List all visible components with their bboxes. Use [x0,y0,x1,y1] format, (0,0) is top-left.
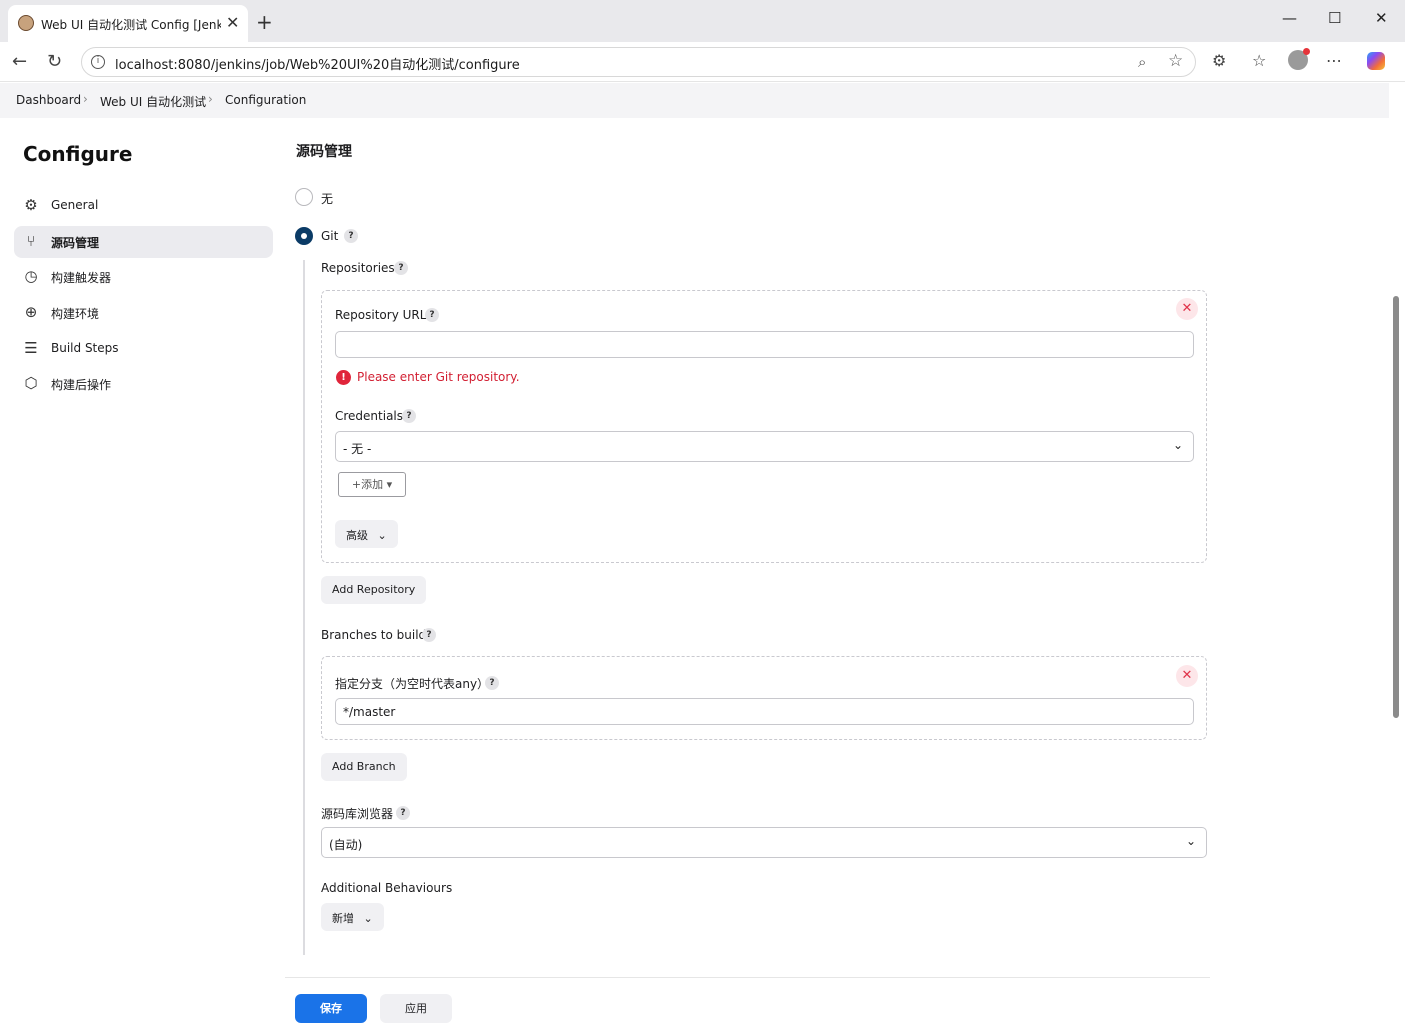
add-repository-button[interactable]: Add Repository [321,576,427,604]
add-behaviour-label: 新增 [332,912,354,925]
branch-icon: ⑂ [26,232,36,250]
url-field[interactable]: i localhost:8080/jenkins/job/Web%20UI%20… [81,47,1196,77]
sidebar-item-build-steps[interactable]: ☰ Build Steps [14,333,273,365]
credentials-select[interactable]: - 无 - ⌄ [335,431,1194,462]
additional-behaviours-label: Additional Behaviours [321,881,453,895]
favorite-star-icon[interactable]: ☆ [1168,51,1183,71]
favorites-icon[interactable]: ☆ [1252,51,1266,70]
breadcrumb-dashboard[interactable]: Dashboard [16,93,81,107]
profile-avatar[interactable] [1288,48,1310,70]
list-icon: ☰ [24,339,38,357]
help-icon[interactable]: ? [425,308,439,322]
help-icon[interactable]: ? [422,628,436,642]
notification-dot [1303,48,1310,55]
delete-branch-icon[interactable]: ✕ [1176,665,1198,687]
error-icon: ! [336,370,351,385]
add-behaviour-button[interactable]: 新增 ⌄ [321,903,384,931]
sidebar-item-general[interactable]: ⚙ General [14,190,273,222]
repo-browser-select[interactable]: (自动) ⌄ [321,827,1207,858]
radio-none-label: 无 [321,192,334,206]
sidebar-item-label: 构建环境 [51,307,100,321]
close-window-icon[interactable]: ✕ [1375,9,1388,27]
sidebar-item-environment[interactable]: ⊕ 构建环境 [14,297,273,329]
minimize-icon[interactable]: — [1282,9,1297,27]
reload-icon[interactable]: ↻ [47,51,62,72]
more-menu-icon[interactable]: ⋯ [1326,51,1342,70]
sidebar-item-triggers[interactable]: ◷ 构建触发器 [14,261,273,293]
address-bar-row: ← ↻ i localhost:8080/jenkins/job/Web%20U… [0,42,1405,82]
chevron-right-icon: › [208,92,213,106]
breadcrumb: Dashboard › Web UI 自动化测试 › Configuration [0,83,1389,118]
breadcrumb-configuration[interactable]: Configuration [225,93,306,107]
sidebar-item-label: 构建后操作 [51,378,112,392]
sidebar-item-scm[interactable]: ⑂ 源码管理 [14,226,273,258]
credentials-label: Credentials [335,409,404,423]
branch-specifier-input[interactable]: */master [335,698,1194,725]
back-icon[interactable]: ← [12,51,27,72]
chevron-down-icon: ⌄ [363,912,373,925]
credentials-value: - 无 - [343,442,372,456]
repo-url-label: Repository URL [335,308,427,322]
help-icon[interactable]: ? [394,261,408,275]
copilot-icon[interactable] [1367,52,1385,70]
site-info-icon[interactable]: i [91,55,105,69]
sidebar-item-label: 源码管理 [51,236,100,250]
repo-url-error: Please enter Git repository. [357,370,520,384]
package-icon: ⬡ [24,374,38,392]
chevron-down-icon: ⌄ [1172,438,1183,452]
tab-title: Web UI 自动化测试 Config [Jenkins] [41,18,221,32]
sidebar-item-label: Build Steps [51,341,119,355]
save-button[interactable]: 保存 [295,994,367,1023]
help-icon[interactable]: ? [485,676,499,690]
zoom-icon[interactable]: ⌕ [1138,53,1146,71]
radio-git[interactable] [295,227,313,245]
clock-icon: ◷ [24,267,38,285]
maximize-icon[interactable]: ☐ [1328,9,1341,27]
breadcrumb-job[interactable]: Web UI 自动化测试 [100,93,206,110]
url-text: localhost:8080/jenkins/job/Web%20UI%20自动… [115,58,520,73]
radio-git-label: Git [321,229,339,243]
extensions-icon[interactable]: ⚙ [1212,51,1226,70]
sidebar-item-post-build[interactable]: ⬡ 构建后操作 [14,368,273,400]
help-icon[interactable]: ? [396,806,410,820]
jenkins-favicon-icon [18,15,34,31]
new-tab-icon[interactable]: + [256,10,273,34]
chevron-right-icon: › [83,92,88,106]
globe-icon: ⊕ [24,303,38,321]
footer-divider [285,977,1210,978]
add-credentials-button[interactable]: +添加 ▾ [338,472,406,497]
chevron-down-icon: ⌄ [377,529,387,542]
branches-label: Branches to build [321,628,427,642]
repo-browser-value: (自动) [329,838,363,852]
repositories-label: Repositories [321,261,395,275]
advanced-label: 高级 [346,529,368,542]
close-tab-icon[interactable]: ✕ [226,13,239,32]
section-indent-line [303,260,305,955]
help-icon[interactable]: ? [344,229,358,243]
delete-repository-icon[interactable]: ✕ [1176,298,1198,320]
add-branch-button[interactable]: Add Branch [321,753,407,781]
repo-browser-label: 源码库浏览器 [321,807,394,821]
browser-tab[interactable]: Web UI 自动化测试 Config [Jenkins] ✕ [8,5,248,42]
apply-button[interactable]: 应用 [380,994,452,1023]
advanced-button[interactable]: 高级 ⌄ [335,520,398,548]
repository-url-input[interactable] [335,331,1194,358]
sidebar-item-label: General [51,198,99,212]
sidebar-title: Configure [23,142,133,166]
branch-specifier-label: 指定分支（为空时代表any） [335,677,490,691]
chevron-down-icon: ⌄ [1185,834,1196,848]
section-title: 源码管理 [296,144,352,160]
sidebar-item-label: 构建触发器 [51,271,112,285]
scrollbar[interactable] [1389,83,1405,1034]
radio-none[interactable] [295,188,313,206]
gear-icon: ⚙ [24,196,38,214]
scrollbar-thumb[interactable] [1393,296,1399,718]
help-icon[interactable]: ? [402,409,416,423]
browser-tab-strip: Web UI 自动化测试 Config [Jenkins] ✕ + — ☐ ✕ [0,0,1405,42]
